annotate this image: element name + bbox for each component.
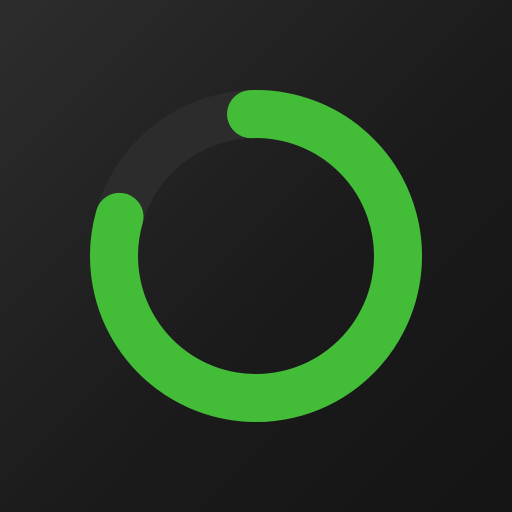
activity-ring-icon <box>90 90 422 422</box>
app-icon <box>0 0 512 512</box>
